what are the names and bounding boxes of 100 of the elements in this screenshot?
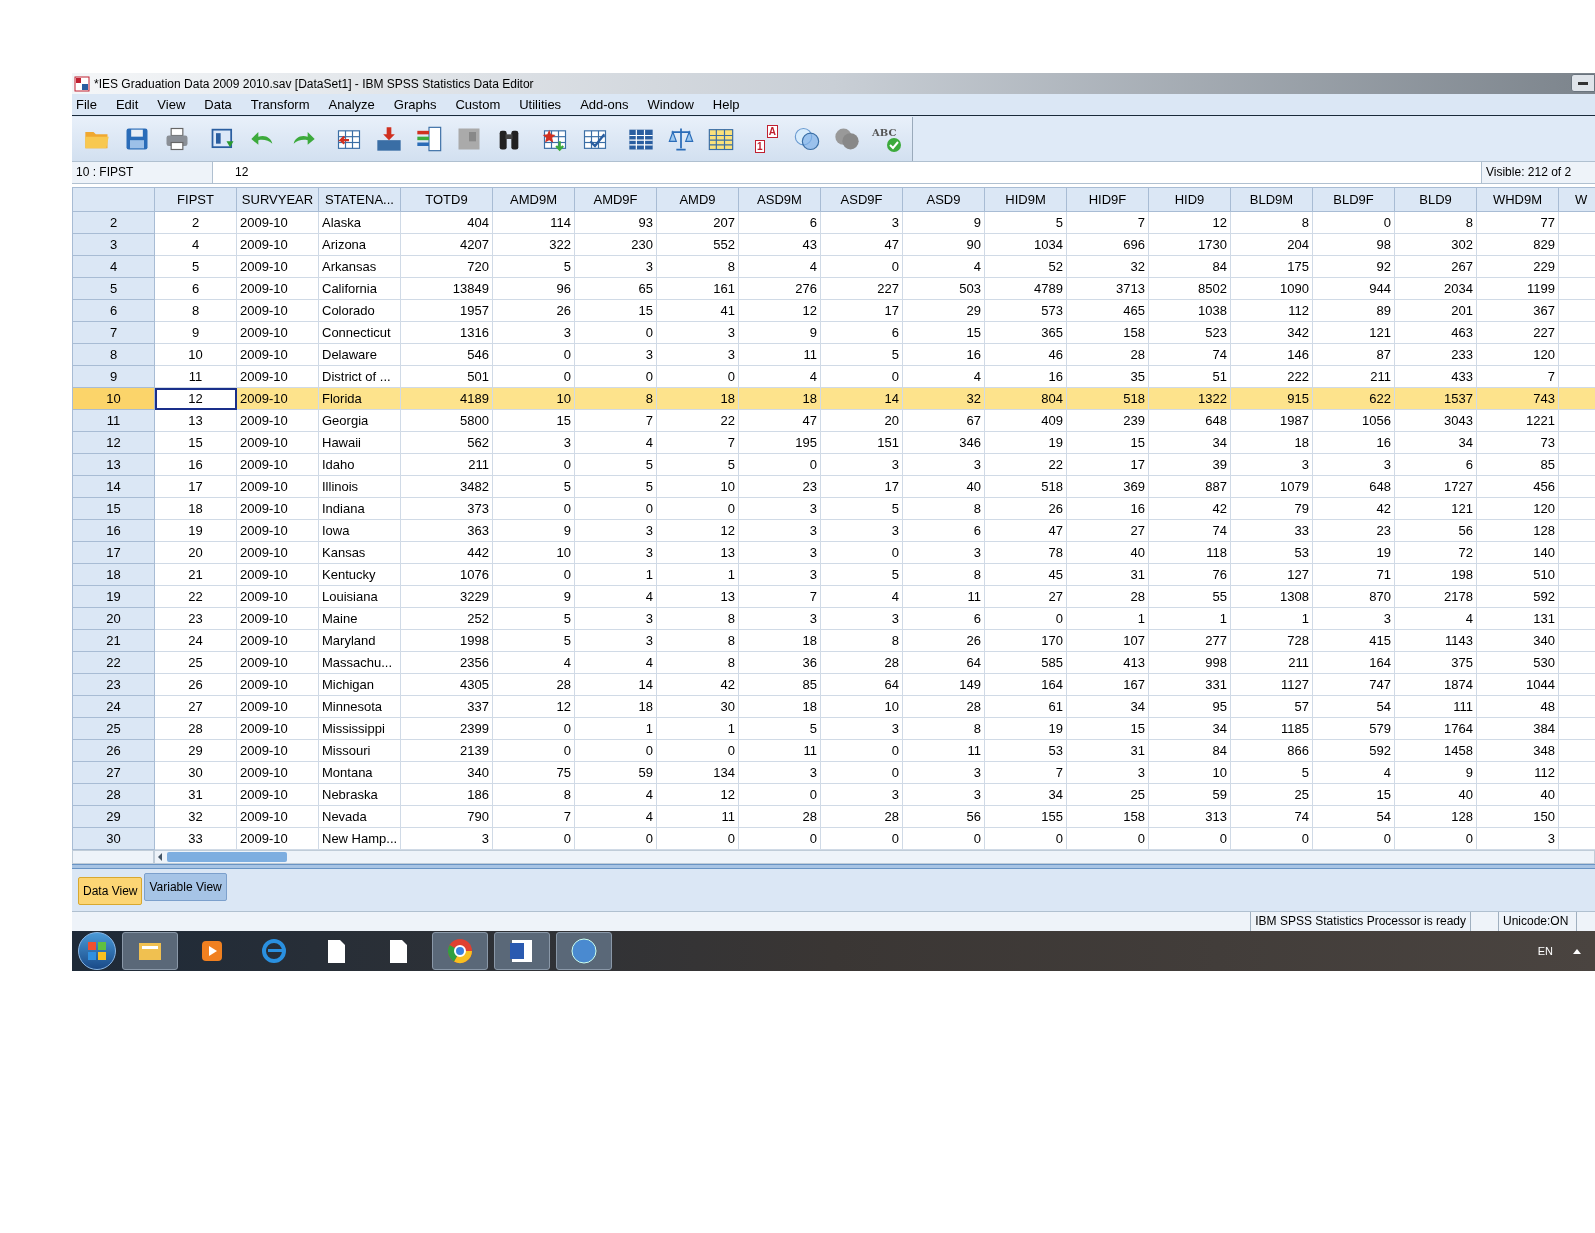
data-row[interactable]: 7 9 2009-10 Connecticut 1316 3 0 3 9 6 15 365 158 523 342 121 463 227 <box>72 321 1595 344</box>
data-row[interactable]: 6 8 2009-10 Colorado 1957 26 15 41 12 17 29 573 465 1038 112 89 201 367 <box>72 299 1595 322</box>
row-number[interactable]: 13 <box>72 453 155 476</box>
row-number[interactable]: 16 <box>72 519 155 542</box>
row-number[interactable]: 4 <box>72 255 155 278</box>
data-row[interactable]: 16 19 2009-10 Iowa 363 9 3 12 3 3 6 47 27 74 33 23 56 128 <box>72 519 1595 542</box>
data-row[interactable]: 8 10 2009-10 Delaware 546 0 3 3 11 5 16 46 28 74 146 87 233 120 <box>72 343 1595 366</box>
row-number[interactable]: 12 <box>72 431 155 454</box>
horizontal-scrollbar[interactable] <box>154 850 1595 864</box>
row-number[interactable]: 6 <box>72 299 155 322</box>
row-number[interactable]: 15 <box>72 497 155 520</box>
column-header[interactable]: W <box>1558 187 1595 212</box>
data-row[interactable]: 28 31 2009-10 Nebraska 186 8 4 12 0 3 3 34 25 59 25 15 40 40 <box>72 783 1595 806</box>
row-number[interactable]: 24 <box>72 695 155 718</box>
menu-item[interactable]: Analyze <box>328 94 375 115</box>
row-number[interactable]: 30 <box>72 827 155 850</box>
data-row[interactable]: 27 30 2009-10 Montana 340 75 59 134 3 0 3 7 3 10 5 4 9 112 <box>72 761 1595 784</box>
row-number[interactable]: 18 <box>72 563 155 586</box>
start-button[interactable] <box>78 932 116 970</box>
data-row[interactable]: 5 6 2009-10 California 13849 96 65 161 276 227 503 4789 3713 8502 1090 944 2034 1199 <box>72 277 1595 300</box>
data-row[interactable]: 2 2 2009-10 Alaska 404 114 93 207 6 3 9 5 7 12 8 0 8 77 <box>72 211 1595 234</box>
menu-item[interactable]: Transform <box>250 94 310 115</box>
column-header[interactable]: SURVYEAR <box>236 187 319 212</box>
menu-item[interactable]: Custom <box>455 94 501 115</box>
data-row[interactable]: 11 13 2009-10 Georgia 5800 15 7 22 47 20 67 409 239 648 1987 1056 3043 1221 <box>72 409 1595 432</box>
row-number[interactable]: 29 <box>72 805 155 828</box>
data-row[interactable]: 24 27 2009-10 Minnesota 337 12 18 30 18 10 28 61 34 95 57 54 111 48 <box>72 695 1595 718</box>
row-number[interactable]: 27 <box>72 761 155 784</box>
menu-item[interactable]: Help <box>712 94 740 115</box>
column-header[interactable]: STATENA... <box>318 187 401 212</box>
data-row[interactable]: 23 26 2009-10 Michigan 4305 28 14 42 85 64 149 164 167 331 1127 747 1874 1044 <box>72 673 1595 696</box>
data-row[interactable]: 30 33 2009-10 New Hamp... 3 0 0 0 0 0 0 0 0 0 0 0 0 3 <box>72 827 1595 850</box>
tray-arrow-icon[interactable] <box>1573 948 1581 954</box>
data-row[interactable]: 4 5 2009-10 Arkansas 720 5 3 8 4 0 4 52 32 84 175 92 267 229 <box>72 255 1595 278</box>
row-number[interactable]: 2 <box>72 211 155 234</box>
column-header[interactable]: AMD9F <box>574 187 657 212</box>
column-header[interactable]: BLD9M <box>1230 187 1313 212</box>
row-number[interactable]: 14 <box>72 475 155 498</box>
column-header[interactable]: ASD9M <box>738 187 821 212</box>
data-row[interactable]: 17 20 2009-10 Kansas 442 10 3 13 3 0 3 78 40 118 53 19 72 140 <box>72 541 1595 564</box>
minimize-button[interactable] <box>1571 74 1595 92</box>
cell-value-field[interactable]: 12 <box>213 162 1481 183</box>
column-header[interactable]: HID9F <box>1066 187 1149 212</box>
row-number[interactable]: 7 <box>72 321 155 344</box>
row-number[interactable]: 11 <box>72 409 155 432</box>
row-number[interactable]: 28 <box>72 783 155 806</box>
data-row[interactable]: 19 22 2009-10 Louisiana 3229 9 4 13 7 4 11 27 28 55 1308 870 2178 592 <box>72 585 1595 608</box>
scrollbar-thumb[interactable] <box>167 852 287 862</box>
column-header[interactable]: FIPST <box>154 187 237 212</box>
data-row[interactable]: 29 32 2009-10 Nevada 790 7 4 11 28 28 56 155 158 313 74 54 128 150 <box>72 805 1595 828</box>
language-indicator[interactable]: EN <box>1537 942 1553 960</box>
column-header[interactable]: ASD9F <box>820 187 903 212</box>
row-number[interactable]: 10 <box>72 387 155 410</box>
row-number[interactable]: 20 <box>72 607 155 630</box>
column-header[interactable]: AMD9 <box>656 187 739 212</box>
view-tab[interactable]: Variable View <box>144 873 227 901</box>
menu-item[interactable]: Data <box>204 94 232 115</box>
row-number[interactable]: 21 <box>72 629 155 652</box>
column-header[interactable]: BLD9 <box>1394 187 1477 212</box>
row-number[interactable]: 25 <box>72 717 155 740</box>
menu-item[interactable]: Utilities <box>519 94 562 115</box>
menu-item[interactable]: Add-ons <box>580 94 629 115</box>
taskbar-word-logo-icon[interactable] <box>494 932 550 970</box>
data-row[interactable]: 18 21 2009-10 Kentucky 1076 0 1 1 3 5 8 45 31 76 127 71 198 510 <box>72 563 1595 586</box>
data-row[interactable]: 26 29 2009-10 Missouri 2139 0 0 0 11 0 11 53 31 84 866 592 1458 348 <box>72 739 1595 762</box>
data-row[interactable]: 25 28 2009-10 Mississippi 2399 0 1 1 5 3 8 19 15 34 1185 579 1764 384 <box>72 717 1595 740</box>
menu-item[interactable]: File <box>76 94 97 115</box>
row-number[interactable]: 3 <box>72 233 155 256</box>
column-header[interactable]: TOTD9 <box>400 187 493 212</box>
taskbar-chrome-logo-icon[interactable] <box>432 932 488 970</box>
column-header[interactable]: ASD9 <box>902 187 985 212</box>
column-header[interactable]: HID9 <box>1148 187 1231 212</box>
row-number[interactable]: 9 <box>72 365 155 388</box>
menu-item[interactable]: Graphs <box>393 94 437 115</box>
row-number[interactable]: 22 <box>72 651 155 674</box>
data-row[interactable]: 12 15 2009-10 Hawaii 562 3 4 7 195 151 346 19 15 34 18 16 34 73 <box>72 431 1595 454</box>
data-row[interactable]: 22 25 2009-10 Massachu... 2356 4 4 8 36 28 64 585 413 998 211 164 375 530 <box>72 651 1595 674</box>
menu-item[interactable]: Window <box>647 94 694 115</box>
menu-item[interactable]: View <box>157 94 186 115</box>
taskbar-folder-icon[interactable] <box>122 932 178 970</box>
row-number[interactable]: 17 <box>72 541 155 564</box>
data-row[interactable]: 20 23 2009-10 Maine 252 5 3 8 3 3 6 0 1 1 1 3 4 131 <box>72 607 1595 630</box>
data-row[interactable]: 21 24 2009-10 Maryland 1998 5 3 8 18 8 26 170 107 277 728 415 1143 340 <box>72 629 1595 652</box>
data-row[interactable]: 15 18 2009-10 Indiana 373 0 0 0 3 5 8 26 16 42 79 42 121 120 <box>72 497 1595 520</box>
data-row[interactable]: 3 4 2009-10 Arizona 4207 322 230 552 43 47 90 1034 696 1730 204 98 302 829 <box>72 233 1595 256</box>
column-header[interactable]: BLD9F <box>1312 187 1395 212</box>
row-number[interactable]: 26 <box>72 739 155 762</box>
data-row[interactable]: 13 16 2009-10 Idaho 211 0 5 5 0 3 3 22 17 39 3 3 6 85 <box>72 453 1595 476</box>
selected-row[interactable]: 10 12 2009-10 Florida 4189 10 8 18 18 14 32 804 518 1322 915 622 1537 743 <box>72 387 1595 410</box>
column-header[interactable]: AMD9M <box>492 187 575 212</box>
data-row[interactable]: 9 11 2009-10 District of ... 501 0 0 0 4 0 4 16 35 51 222 211 433 7 <box>72 365 1595 388</box>
column-header[interactable]: HID9M <box>984 187 1067 212</box>
row-number[interactable]: 5 <box>72 277 155 300</box>
menu-item[interactable]: Edit <box>115 94 139 115</box>
view-tab[interactable]: Data View <box>78 877 143 905</box>
column-header[interactable]: WHD9M <box>1476 187 1559 212</box>
row-number[interactable]: 19 <box>72 585 155 608</box>
data-row[interactable]: 14 17 2009-10 Illinois 3482 5 5 10 23 17 40 518 369 887 1079 648 1727 456 <box>72 475 1595 498</box>
row-number[interactable]: 8 <box>72 343 155 366</box>
row-number[interactable]: 23 <box>72 673 155 696</box>
